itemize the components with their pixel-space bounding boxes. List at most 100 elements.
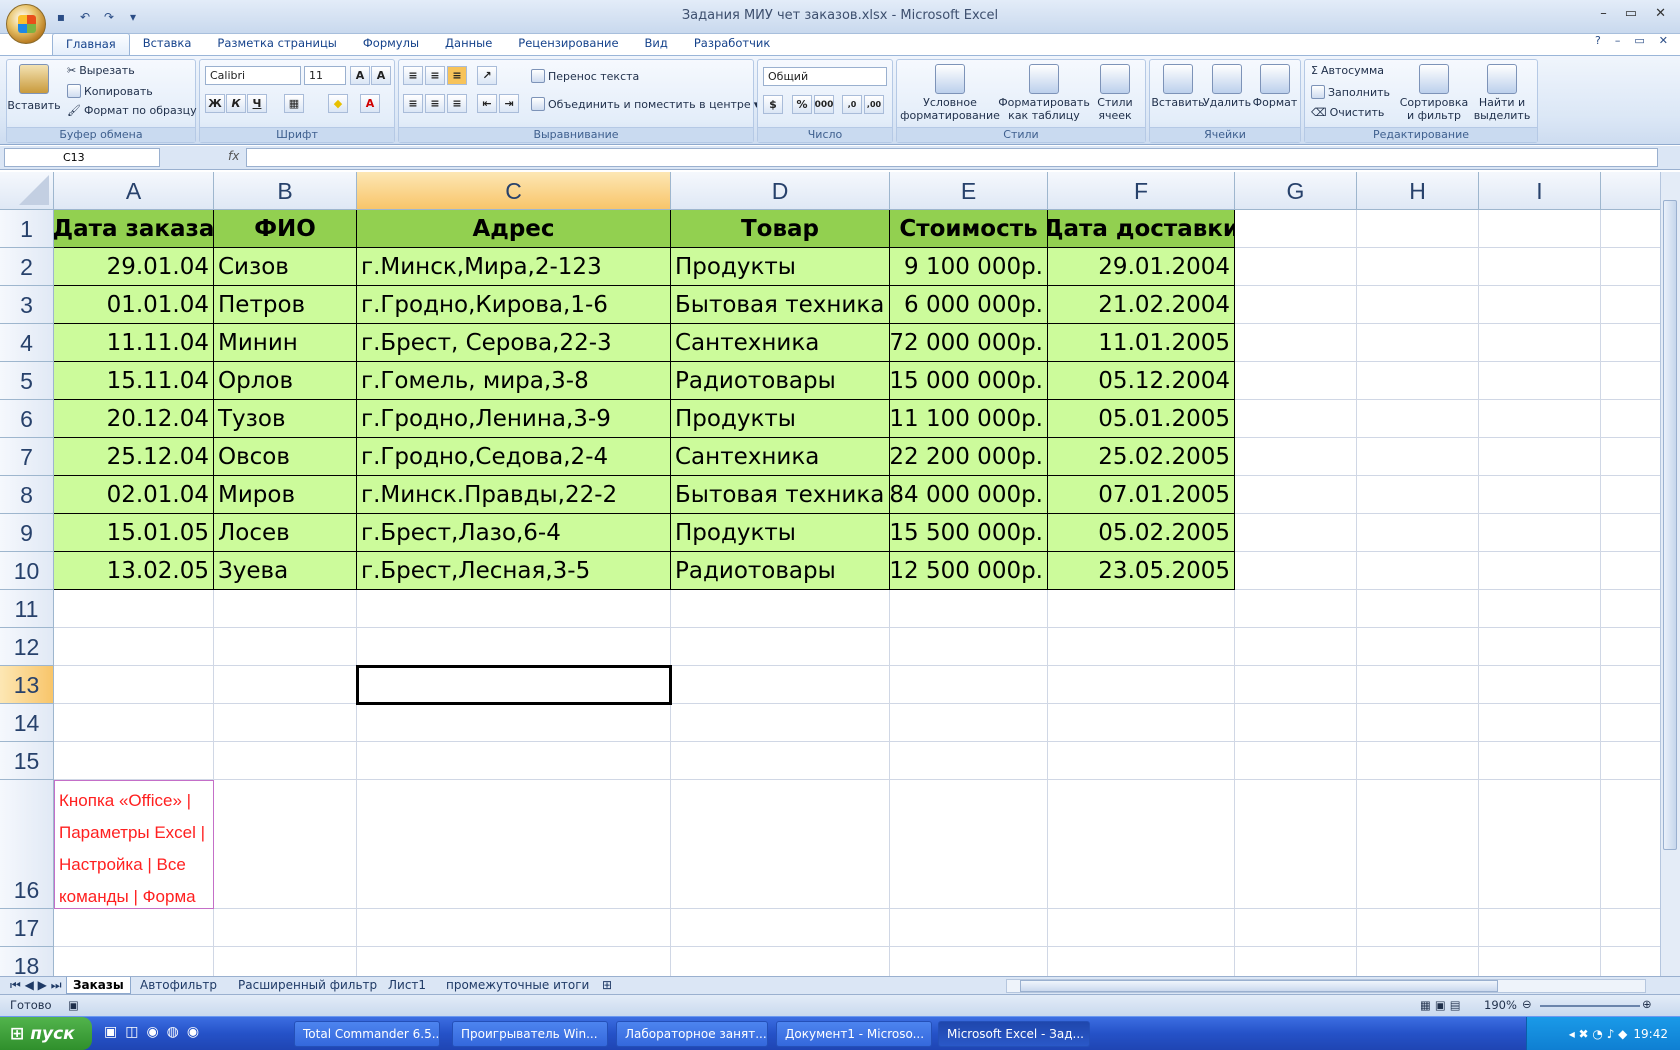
bold-button[interactable]: Ж <box>205 94 225 113</box>
table-data-cell[interactable]: 15.11.04 <box>54 362 214 400</box>
doc-restore-icon[interactable]: ▭ <box>1634 34 1644 47</box>
grid-cell[interactable] <box>1601 590 1660 628</box>
row-header[interactable]: 10 <box>0 552 54 590</box>
fill-button[interactable]: Заполнить <box>1311 85 1390 99</box>
underline-button[interactable]: Ч <box>247 94 267 113</box>
select-all-corner[interactable] <box>0 172 54 210</box>
row-header[interactable]: 16 <box>0 780 54 909</box>
grid-cell[interactable] <box>890 666 1048 704</box>
grid-cell[interactable] <box>54 666 214 704</box>
doc-close-icon[interactable]: ✕ <box>1659 34 1668 47</box>
delete-cells-button[interactable]: Удалить <box>1203 64 1251 109</box>
table-data-cell[interactable]: 23.05.2005 <box>1048 552 1235 590</box>
minimize-icon[interactable]: – <box>1600 6 1607 21</box>
sheet-tab-orders[interactable]: Заказы <box>66 977 131 994</box>
grid-cell[interactable] <box>1235 628 1357 666</box>
grid-cell[interactable] <box>1479 324 1601 362</box>
maximize-icon[interactable]: ▭ <box>1625 6 1637 21</box>
row-header[interactable]: 8 <box>0 476 54 514</box>
grid-cell[interactable] <box>54 909 214 947</box>
paste-button[interactable]: Вставить <box>7 64 61 112</box>
taskbar-item-excel[interactable]: Microsoft Excel - Зад... <box>938 1021 1090 1047</box>
table-data-cell[interactable]: 02.01.04 <box>54 476 214 514</box>
grid-cell[interactable] <box>1235 324 1357 362</box>
sheet-tab-advanced-filter[interactable]: Расширенный фильтр <box>232 977 383 994</box>
table-data-cell[interactable]: 29.01.2004 <box>1048 248 1235 286</box>
column-header[interactable]: G <box>1235 172 1357 210</box>
grid-cell[interactable] <box>1357 438 1479 476</box>
table-data-cell[interactable]: Тузов <box>214 400 357 438</box>
grid-cell[interactable] <box>214 742 357 780</box>
function-icon[interactable]: fx <box>228 149 239 163</box>
table-header-cell[interactable]: Товар <box>671 210 890 248</box>
grid-cell[interactable] <box>1601 476 1660 514</box>
zoom-out-icon[interactable]: ⊖ <box>1522 997 1532 1011</box>
table-data-cell[interactable]: 25.02.2005 <box>1048 438 1235 476</box>
grid-cell[interactable] <box>671 628 890 666</box>
close-icon[interactable]: ✕ <box>1655 6 1666 21</box>
grid-cell[interactable] <box>1479 666 1601 704</box>
grid-cell[interactable] <box>1235 909 1357 947</box>
grid-cell[interactable] <box>1601 210 1660 248</box>
table-data-cell[interactable]: 20.12.04 <box>54 400 214 438</box>
grid-cell[interactable] <box>1357 476 1479 514</box>
table-data-cell[interactable]: 84 000 000р. <box>890 476 1048 514</box>
taskbar-item-media-player[interactable]: Проигрыватель Win... <box>452 1021 608 1047</box>
grid-cell[interactable] <box>1235 438 1357 476</box>
cut-button[interactable]: ✂ Вырезать <box>67 64 135 77</box>
row-header[interactable]: 4 <box>0 324 54 362</box>
table-data-cell[interactable]: Продукты <box>671 400 890 438</box>
grid-cell[interactable] <box>1357 666 1479 704</box>
table-data-cell[interactable]: 01.01.04 <box>54 286 214 324</box>
tab-page-layout[interactable]: Разметка страницы <box>204 33 349 55</box>
grid-cell[interactable] <box>357 704 671 742</box>
table-data-cell[interactable]: г.Гродно,Кирова,1-6 <box>357 286 671 324</box>
row-header[interactable]: 13 <box>0 666 54 704</box>
row-header[interactable]: 2 <box>0 248 54 286</box>
grid-cell[interactable] <box>1479 590 1601 628</box>
clear-button[interactable]: ⌫ Очистить <box>1311 106 1384 119</box>
table-data-cell[interactable]: 15.01.05 <box>54 514 214 552</box>
grid-cell[interactable] <box>1479 476 1601 514</box>
table-data-cell[interactable]: Бытовая техника <box>671 476 890 514</box>
column-header[interactable]: A <box>54 172 214 210</box>
grid-cell[interactable] <box>1357 552 1479 590</box>
align-right-button[interactable]: ≡ <box>447 94 467 113</box>
grid-cell[interactable] <box>357 628 671 666</box>
grid-cell[interactable] <box>671 947 890 976</box>
zoom-in-icon[interactable]: ⊕ <box>1642 997 1652 1011</box>
macro-record-icon[interactable]: ▣ <box>68 998 79 1012</box>
table-data-cell[interactable]: 9 100 000р. <box>890 248 1048 286</box>
table-data-cell[interactable]: Сизов <box>214 248 357 286</box>
tab-review[interactable]: Рецензирование <box>505 33 631 55</box>
grid-cell[interactable] <box>1048 590 1235 628</box>
grid-cell[interactable] <box>1601 248 1660 286</box>
grid-cell[interactable] <box>1479 742 1601 780</box>
table-data-cell[interactable]: 11.01.2005 <box>1048 324 1235 362</box>
grid-cell[interactable] <box>1479 628 1601 666</box>
grid-cell[interactable] <box>1235 742 1357 780</box>
grid-cell[interactable] <box>1235 666 1357 704</box>
grid-cell[interactable] <box>214 628 357 666</box>
cell-styles-button[interactable]: Стили ячеек <box>1089 64 1141 122</box>
sheet-nav-icon[interactable]: ⏮ ◀ ▶ ⏭ <box>4 977 68 994</box>
table-data-cell[interactable]: 15 500 000р. <box>890 514 1048 552</box>
grid-cell[interactable] <box>54 628 214 666</box>
table-data-cell[interactable]: Лосев <box>214 514 357 552</box>
sheet-tab-sheet1[interactable]: Лист1 <box>382 977 432 994</box>
table-data-cell[interactable]: г.Брест,Лазо,6-4 <box>357 514 671 552</box>
zoom-level[interactable]: 190% <box>1484 998 1517 1012</box>
grid-cell[interactable] <box>1479 248 1601 286</box>
grid-cell[interactable] <box>357 590 671 628</box>
name-box[interactable]: C13 <box>4 148 160 167</box>
table-data-cell[interactable]: 11 100 000р. <box>890 400 1048 438</box>
grid-cell[interactable] <box>1479 438 1601 476</box>
align-bottom-button[interactable]: ≡ <box>447 66 467 85</box>
borders-button[interactable]: ▦ <box>284 94 304 113</box>
tab-home[interactable]: Главная <box>52 33 130 55</box>
format-as-table-button[interactable]: Форматировать как таблицу <box>998 64 1090 122</box>
grid-cell[interactable] <box>1048 742 1235 780</box>
grid-cell[interactable] <box>214 780 357 909</box>
table-data-cell[interactable]: Радиотовары <box>671 552 890 590</box>
grid-cell[interactable] <box>54 704 214 742</box>
